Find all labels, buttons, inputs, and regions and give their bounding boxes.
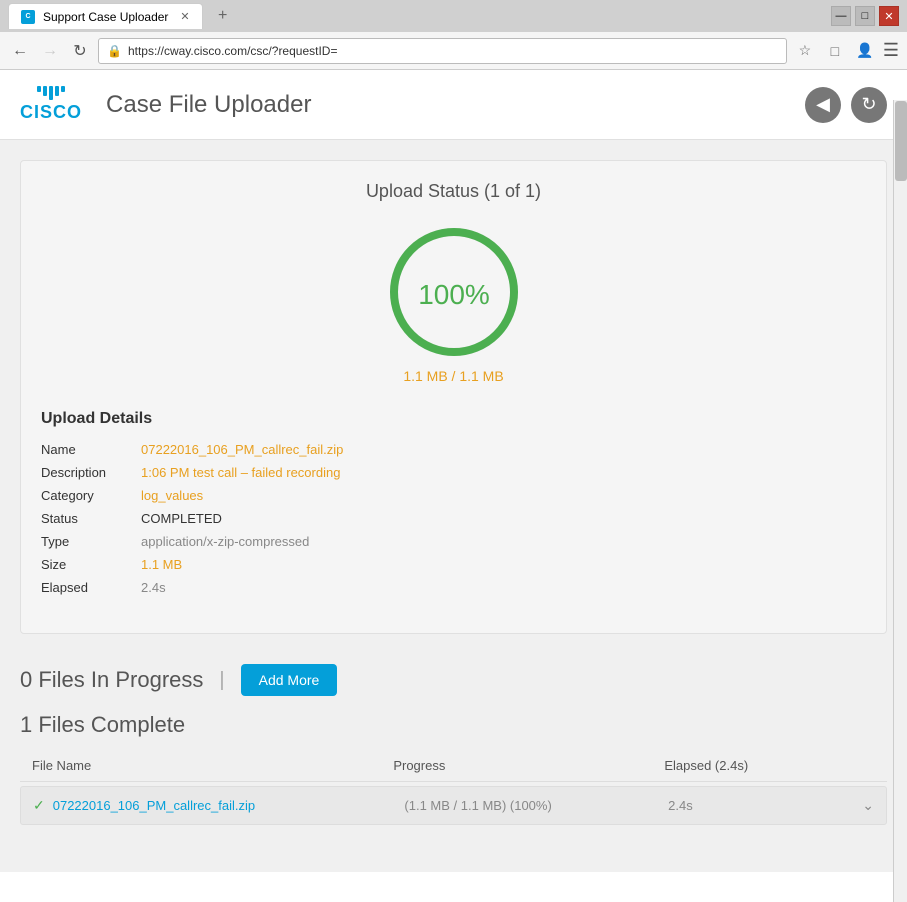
type-label: Type bbox=[41, 534, 141, 549]
minimize-btn[interactable]: — bbox=[831, 6, 851, 26]
back-button[interactable]: ← bbox=[8, 39, 32, 63]
file-chevron-icon[interactable]: ⌄ bbox=[844, 797, 874, 814]
file-check-icon: ✓ bbox=[33, 797, 45, 814]
description-value: 1:06 PM test call – failed recording bbox=[141, 465, 340, 480]
status-value: COMPLETED bbox=[141, 511, 222, 526]
upload-status-title: Upload Status (1 of 1) bbox=[41, 181, 866, 202]
profile-icon[interactable]: 👤 bbox=[853, 39, 877, 63]
app-header: CISCO Case File Uploader ◀ ↻ bbox=[0, 70, 907, 140]
size-label: Size bbox=[41, 557, 141, 572]
close-btn[interactable]: ✕ bbox=[879, 6, 899, 26]
title-bar: C Support Case Uploader ✕ + — □ ✕ bbox=[0, 0, 907, 32]
upload-status-card: Upload Status (1 of 1) 100% 1.1 MB / 1.1… bbox=[20, 160, 887, 634]
separator: | bbox=[219, 669, 224, 692]
logo-bar-4 bbox=[55, 86, 59, 96]
scrollbar[interactable] bbox=[893, 100, 907, 902]
cisco-logo-bars bbox=[37, 86, 65, 100]
refresh-icon-btn[interactable]: ↻ bbox=[851, 87, 887, 123]
file-progress: (1.1 MB / 1.1 MB) (100%) bbox=[404, 798, 668, 813]
logo-bar-1 bbox=[37, 86, 41, 92]
maximize-btn[interactable]: □ bbox=[855, 6, 875, 26]
new-tab-btn[interactable]: + bbox=[211, 3, 235, 29]
file-name: 07222016_106_PM_callrec_fail.zip bbox=[53, 798, 405, 813]
url-bar[interactable]: 🔒 https://cway.cisco.com/csc/?requestID= bbox=[98, 38, 787, 64]
files-in-progress-text: 0 Files In Progress bbox=[20, 667, 203, 693]
detail-row-elapsed: Elapsed 2.4s bbox=[41, 580, 866, 595]
file-row: ✓ 07222016_106_PM_callrec_fail.zip (1.1 … bbox=[20, 786, 887, 825]
logo-bar-3 bbox=[49, 86, 53, 100]
file-elapsed: 2.4s bbox=[668, 798, 844, 813]
detail-row-description: Description 1:06 PM test call – failed r… bbox=[41, 465, 866, 480]
forward-button[interactable]: → bbox=[38, 39, 62, 63]
category-value: log_values bbox=[141, 488, 203, 503]
name-value: 07222016_106_PM_callrec_fail.zip bbox=[141, 442, 343, 457]
bottom-section: 0 Files In Progress | Add More 1 Files C… bbox=[20, 654, 887, 835]
cisco-text: CISCO bbox=[20, 102, 82, 123]
name-label: Name bbox=[41, 442, 141, 457]
detail-row-status: Status COMPLETED bbox=[41, 511, 866, 526]
tab-favicon: C bbox=[21, 10, 35, 24]
col-header-elapsed: Elapsed (2.4s) bbox=[664, 758, 845, 773]
size-value: 1.1 MB bbox=[141, 557, 182, 572]
app-container: CISCO Case File Uploader ◀ ↻ Upload Stat… bbox=[0, 70, 907, 872]
files-complete-heading: 1 Files Complete bbox=[20, 712, 887, 738]
col-header-action bbox=[845, 758, 875, 773]
status-label: Status bbox=[41, 511, 141, 526]
progress-circle-svg: 100% bbox=[384, 222, 524, 362]
type-value: application/x-zip-compressed bbox=[141, 534, 309, 549]
upload-details-title: Upload Details bbox=[41, 410, 866, 428]
files-in-progress-row: 0 Files In Progress | Add More bbox=[20, 664, 887, 696]
extension-icon[interactable]: □ bbox=[823, 39, 847, 63]
window-controls: — □ ✕ bbox=[831, 6, 899, 26]
tab-title: Support Case Uploader bbox=[43, 10, 168, 24]
col-header-progress: Progress bbox=[393, 758, 664, 773]
reload-button[interactable]: ↻ bbox=[68, 39, 92, 63]
elapsed-value: 2.4s bbox=[141, 580, 166, 595]
description-label: Description bbox=[41, 465, 141, 480]
category-label: Category bbox=[41, 488, 141, 503]
browser-tab[interactable]: C Support Case Uploader ✕ bbox=[8, 3, 203, 29]
circle-progress-container: 100% 1.1 MB / 1.1 MB bbox=[41, 222, 866, 384]
file-size-display: 1.1 MB / 1.1 MB bbox=[403, 368, 503, 384]
address-bar: ← → ↻ 🔒 https://cway.cisco.com/csc/?requ… bbox=[0, 32, 907, 70]
bookmark-icon[interactable]: ☆ bbox=[793, 39, 817, 63]
logo-bar-5 bbox=[61, 86, 65, 92]
elapsed-label: Elapsed bbox=[41, 580, 141, 595]
app-title: Case File Uploader bbox=[106, 91, 311, 119]
progress-percentage-text: 100% bbox=[418, 279, 490, 310]
add-more-button[interactable]: Add More bbox=[241, 664, 338, 696]
logo-bar-2 bbox=[43, 86, 47, 96]
main-content: Upload Status (1 of 1) 100% 1.1 MB / 1.1… bbox=[0, 140, 907, 872]
header-actions: ◀ ↻ bbox=[805, 87, 887, 123]
upload-details-section: Upload Details Name 07222016_106_PM_call… bbox=[41, 400, 866, 613]
lock-icon: 🔒 bbox=[107, 44, 122, 58]
cisco-logo: CISCO bbox=[20, 86, 82, 123]
files-table-header: File Name Progress Elapsed (2.4s) bbox=[20, 750, 887, 782]
detail-row-name: Name 07222016_106_PM_callrec_fail.zip bbox=[41, 442, 866, 457]
tab-close-btn[interactable]: ✕ bbox=[180, 10, 189, 23]
detail-row-category: Category log_values bbox=[41, 488, 866, 503]
back-icon-btn[interactable]: ◀ bbox=[805, 87, 841, 123]
scroll-thumb[interactable] bbox=[895, 101, 907, 181]
detail-row-type: Type application/x-zip-compressed bbox=[41, 534, 866, 549]
detail-row-size: Size 1.1 MB bbox=[41, 557, 866, 572]
col-header-name: File Name bbox=[32, 758, 393, 773]
url-text: https://cway.cisco.com/csc/?requestID= bbox=[128, 44, 338, 58]
browser-menu-btn[interactable]: ☰ bbox=[883, 40, 899, 61]
